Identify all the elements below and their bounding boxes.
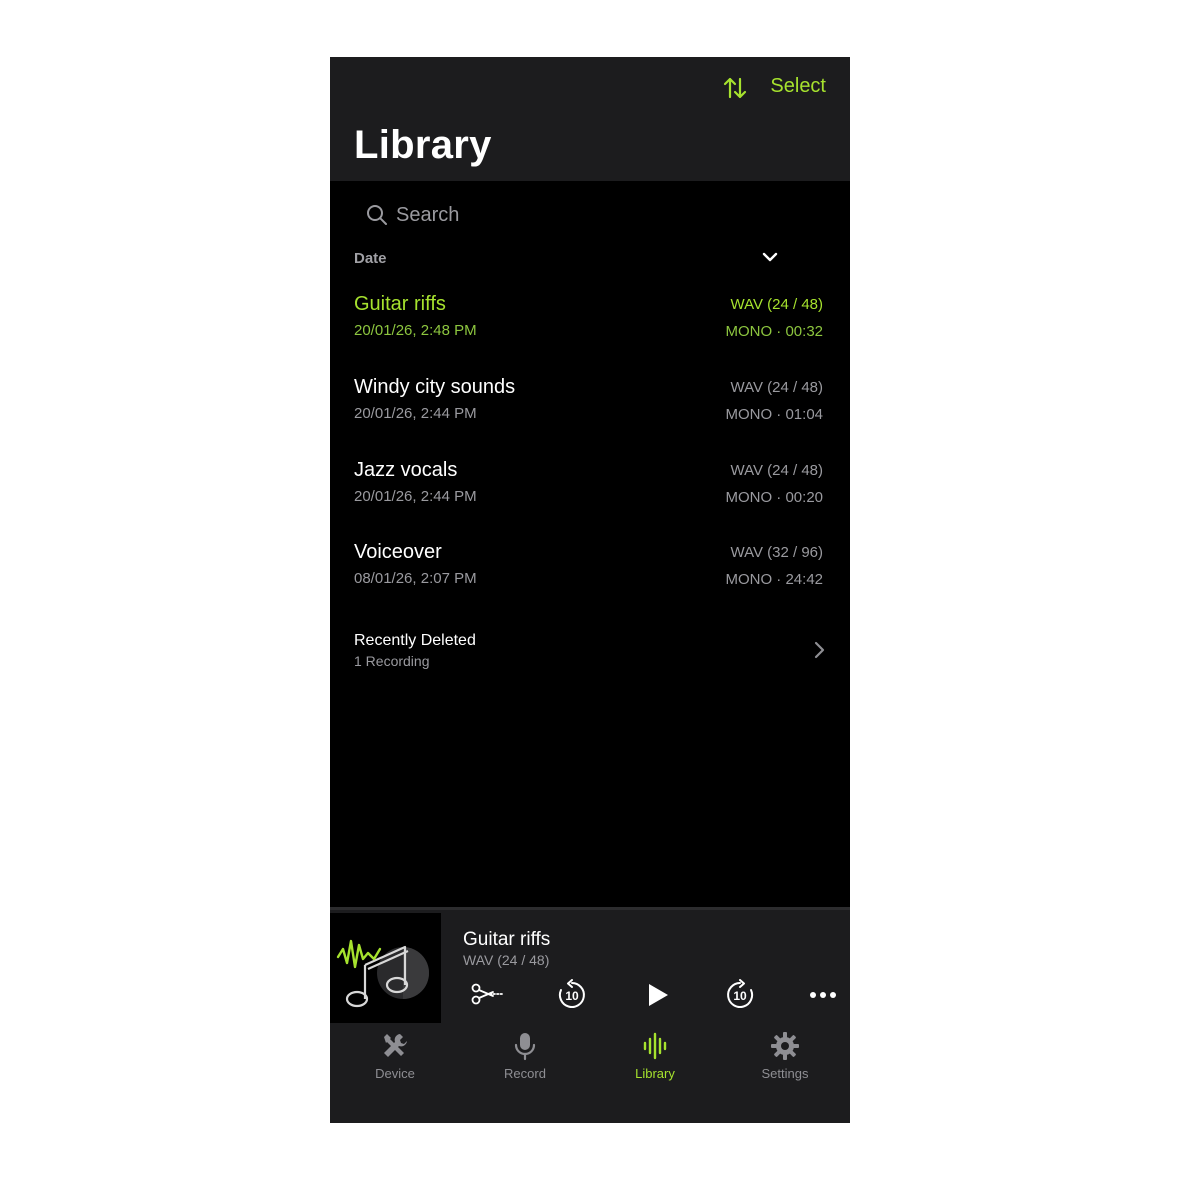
recording-meta: MONO · 00:32 bbox=[725, 323, 823, 340]
skip-back-icon: 10 bbox=[558, 979, 585, 1008]
tab-label: Record bbox=[504, 1066, 546, 1081]
tab-label: Library bbox=[635, 1066, 675, 1081]
recording-row[interactable]: Guitar riffs 20/01/26, 2:48 PM WAV (24 /… bbox=[330, 293, 850, 375]
app-screen: Select Library Search Date Guitar riffs … bbox=[330, 57, 850, 1123]
search-icon bbox=[367, 205, 387, 225]
recently-deleted-title: Recently Deleted bbox=[354, 632, 476, 649]
recording-format: WAV (24 / 48) bbox=[730, 379, 823, 396]
recording-row[interactable]: Jazz vocals 20/01/26, 2:44 PM WAV (24 / … bbox=[330, 459, 850, 541]
recording-name: Voiceover bbox=[354, 541, 442, 563]
header: Select Library bbox=[330, 57, 850, 181]
recording-name: Windy city sounds bbox=[354, 376, 516, 398]
trim-scissors-icon[interactable] bbox=[470, 981, 504, 1007]
recording-row[interactable]: Voiceover 08/01/26, 2:07 PM WAV (32 / 96… bbox=[330, 541, 850, 623]
page-title: Library bbox=[354, 123, 492, 167]
select-button[interactable]: Select bbox=[770, 75, 826, 98]
recording-format: WAV (32 / 96) bbox=[730, 544, 823, 561]
play-icon[interactable] bbox=[646, 982, 670, 1008]
tab-settings[interactable]: Settings bbox=[720, 1024, 850, 1094]
tab-label: Settings bbox=[761, 1066, 809, 1081]
recording-meta: MONO · 00:20 bbox=[725, 489, 823, 506]
recording-name: Jazz vocals bbox=[354, 459, 458, 481]
now-playing-bar[interactable]: Guitar riffs WAV (24 / 48) 10 10 bbox=[330, 907, 850, 1026]
skip-back-10-button[interactable]: 10 bbox=[556, 979, 588, 1011]
chevron-right-icon bbox=[814, 641, 825, 659]
more-options-icon[interactable] bbox=[809, 991, 837, 999]
recording-date: 20/01/26, 2:48 PM bbox=[354, 322, 477, 339]
tab-library[interactable]: Library bbox=[590, 1024, 720, 1094]
recording-name: Guitar riffs bbox=[354, 293, 446, 315]
recording-date: 20/01/26, 2:44 PM bbox=[354, 405, 477, 422]
tab-device[interactable]: Device bbox=[330, 1024, 460, 1094]
recently-deleted-count: 1 Recording bbox=[354, 653, 430, 669]
now-playing-format: WAV (24 / 48) bbox=[463, 952, 550, 968]
tab-record[interactable]: Record bbox=[460, 1024, 590, 1094]
tab-bar: Device Record Library Settings bbox=[330, 1024, 850, 1123]
recording-date: 20/01/26, 2:44 PM bbox=[354, 488, 477, 505]
recording-meta: MONO · 01:04 bbox=[725, 406, 823, 423]
recently-deleted-row[interactable]: Recently Deleted 1 Recording bbox=[330, 632, 850, 672]
recording-meta: MONO · 24:42 bbox=[725, 571, 823, 588]
recording-format: WAV (24 / 48) bbox=[730, 296, 823, 313]
now-playing-title: Guitar riffs bbox=[463, 929, 551, 950]
microphone-icon bbox=[514, 1033, 536, 1061]
skip-forward-label: 10 bbox=[733, 989, 747, 1003]
sort-arrows-icon[interactable] bbox=[722, 75, 748, 101]
search-input[interactable]: Search bbox=[396, 204, 459, 227]
tools-icon bbox=[384, 1034, 407, 1057]
recording-format: WAV (24 / 48) bbox=[730, 462, 823, 479]
gear-icon bbox=[771, 1032, 799, 1060]
waveform-icon bbox=[643, 1032, 667, 1060]
recording-row[interactable]: Windy city sounds 20/01/26, 2:44 PM WAV … bbox=[330, 376, 850, 458]
album-artwork bbox=[330, 913, 441, 1023]
search-field[interactable]: Search bbox=[366, 200, 786, 230]
skip-back-label: 10 bbox=[565, 989, 579, 1003]
skip-forward-icon: 10 bbox=[727, 979, 754, 1008]
tab-label: Device bbox=[375, 1066, 415, 1081]
recording-date: 08/01/26, 2:07 PM bbox=[354, 570, 477, 587]
sort-section-label: Date bbox=[354, 250, 387, 267]
skip-forward-10-button[interactable]: 10 bbox=[724, 979, 756, 1011]
chevron-down-icon[interactable] bbox=[760, 247, 780, 267]
